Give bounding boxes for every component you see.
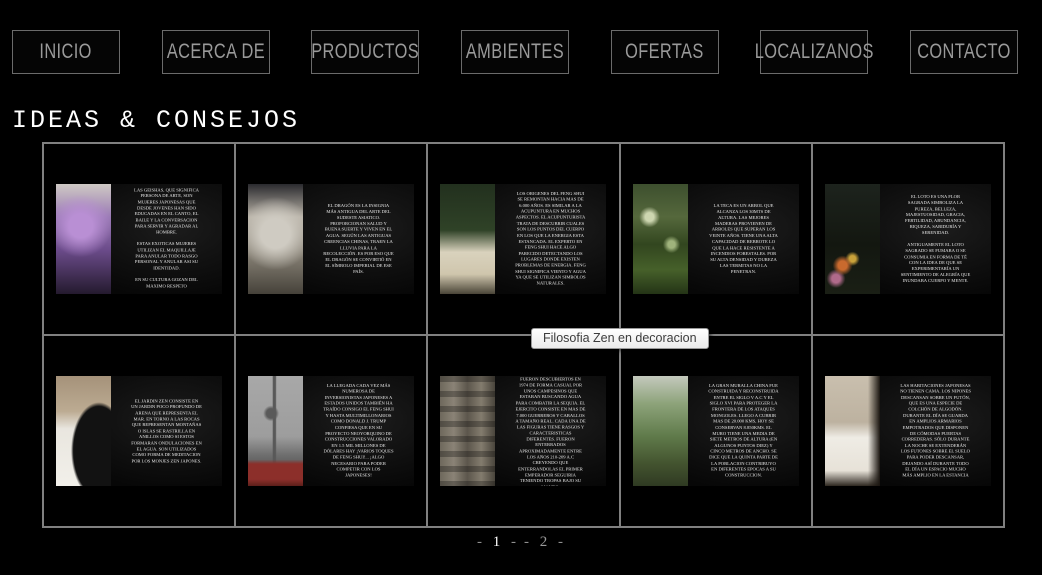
idea-card-body: LA GRAN MURALLA CHINA FUE CONSTRUIDA Y R… [633,376,799,486]
idea-card-text: EL JARDIN ZEN CONSISTE EN UN JARDIN POCO… [131,398,202,464]
idea-card-habitaciones[interactable]: LAS HABITACIONES JAPONESAS NO TIENEN CAM… [813,336,1003,526]
idea-card-body: LOS ORIGENES DEL FENG SHUI SE REMONTAN H… [440,184,606,294]
great-wall-photo [633,376,688,486]
idea-card-body: EL DRAGÓN ES LA INSIGNIA MÁS ANTIGUA DEL… [248,184,414,294]
separator: - [511,534,518,550]
idea-card-text-area: LA GRAN MURALLA CHINA FUE CONSTRUIDA Y R… [688,376,799,486]
idea-card-text-area: LOS GUERREROS DE XIAN FUERON DESCUBIERTO… [495,376,606,486]
nav-item-label: ACERCA DE [167,40,265,64]
geisha-photo [56,184,111,294]
zen-garden-photo [56,376,111,486]
main-navigation: INICIO ACERCA DE PRODUCTOS AMBIENTES OFE… [12,30,1018,74]
ideas-grid-container: LAS GEISHAS, QUE SIGNIFICA PERSONA DE AR… [42,142,1005,528]
idea-card-guerreros-xian[interactable]: LOS GUERREROS DE XIAN FUERON DESCUBIERTO… [428,336,618,526]
nav-item-label: LOCALIZANOS [755,40,874,64]
separator: - [558,534,565,550]
idea-card-text-area: EL LOTO ES UNA FLOR SAGRADA SIMBOLIZA LA… [880,184,991,294]
page-link-2[interactable]: - 2 - [524,534,565,551]
nav-item-acerca-de[interactable]: ACERCA DE [162,30,270,74]
nav-item-productos[interactable]: PRODUCTOS [311,30,419,74]
nav-item-label: CONTACTO [917,40,1011,64]
page-link-1[interactable]: - 1 - [477,534,518,551]
lotus-garden-photo [825,184,880,294]
idea-card-jardin-zen[interactable]: EL JARDIN ZEN CONSISTE EN UN JARDIN POCO… [44,336,234,526]
idea-card-teca[interactable]: LA TECA ES UN ARBOL QUE ALCANZA LOS 30MT… [621,144,811,334]
idea-card-text: LA LLEGADA CADA VEZ MÁS NUMEROSA DE INVE… [323,383,394,479]
tooltip: Filosofia Zen en decoracion [531,328,709,349]
idea-card-inversionistas[interactable]: LA LLEGADA CADA VEZ MÁS NUMEROSA DE INVE… [236,336,426,526]
feng-shui-furniture-photo [440,184,495,294]
idea-card-body: LAS HABITACIONES JAPONESAS NO TIENEN CAM… [825,376,991,486]
shanghai-tower-photo [248,376,303,486]
idea-card-text-area: LA TECA ES UN ARBOL QUE ALCANZA LOS 30MT… [688,184,799,294]
terracotta-warriors-photo [440,376,495,486]
idea-card-body: LA TECA ES UN ARBOL QUE ALCANZA LOS 30MT… [633,184,799,294]
idea-card-geishas[interactable]: LAS GEISHAS, QUE SIGNIFICA PERSONA DE AR… [44,144,234,334]
dragon-statue-photo [248,184,303,294]
separator: - [524,534,531,550]
nav-item-ambientes[interactable]: AMBIENTES [461,30,569,74]
ideas-grid: LAS GEISHAS, QUE SIGNIFICA PERSONA DE AR… [44,144,1003,526]
nav-item-label: AMBIENTES [466,40,564,64]
page-number: 2 [540,534,550,550]
separator: - [477,534,484,550]
idea-card-feng-shui[interactable]: LOS ORIGENES DEL FENG SHUI SE REMONTAN H… [428,144,618,334]
page-number: 1 [493,534,503,550]
idea-card-gran-muralla[interactable]: LA GRAN MURALLA CHINA FUE CONSTRUIDA Y R… [621,336,811,526]
idea-card-text: LA TECA ES UN ARBOL QUE ALCANZA LOS 30MT… [708,203,779,275]
pagination: - 1 -- 2 - [0,534,1042,551]
idea-card-text-area: EL JARDIN ZEN CONSISTE EN UN JARDIN POCO… [111,376,222,486]
idea-card-text: LAS GEISHAS, QUE SIGNIFICA PERSONA DE AR… [131,188,202,290]
nav-item-inicio[interactable]: INICIO [12,30,120,74]
idea-card-text-area: LAS HABITACIONES JAPONESAS NO TIENEN CAM… [880,376,991,486]
nav-item-localizanos[interactable]: LOCALIZANOS [760,30,868,74]
idea-card-body: EL LOTO ES UNA FLOR SAGRADA SIMBOLIZA LA… [825,184,991,294]
idea-card-body: EL JARDIN ZEN CONSISTE EN UN JARDIN POCO… [56,376,222,486]
teak-forest-photo [633,184,688,294]
idea-card-text: LAS HABITACIONES JAPONESAS NO TIENEN CAM… [900,383,971,479]
page-title: IDEAS & CONSEJOS [12,106,1042,135]
idea-card-text: LA GRAN MURALLA CHINA FUE CONSTRUIDA Y R… [708,383,779,479]
nav-item-contacto[interactable]: CONTACTO [910,30,1018,74]
idea-card-dragon[interactable]: EL DRAGÓN ES LA INSIGNIA MÁS ANTIGUA DEL… [236,144,426,334]
nav-item-label: PRODUCTOS [311,40,419,64]
idea-card-text-area: LA LLEGADA CADA VEZ MÁS NUMEROSA DE INVE… [303,376,414,486]
nav-item-label: OFERTAS [625,40,704,64]
idea-card-body: LAS GEISHAS, QUE SIGNIFICA PERSONA DE AR… [56,184,222,294]
idea-card-text-area: LOS ORIGENES DEL FENG SHUI SE REMONTAN H… [495,184,606,294]
idea-card-text: LOS ORIGENES DEL FENG SHUI SE REMONTAN H… [515,191,586,287]
nav-item-label: INICIO [40,40,92,64]
idea-card-text-area: EL DRAGÓN ES LA INSIGNIA MÁS ANTIGUA DEL… [303,184,414,294]
nav-item-ofertas[interactable]: OFERTAS [611,30,719,74]
idea-card-text-area: LAS GEISHAS, QUE SIGNIFICA PERSONA DE AR… [111,184,222,294]
idea-card-loto[interactable]: EL LOTO ES UNA FLOR SAGRADA SIMBOLIZA LA… [813,144,1003,334]
idea-card-text: LOS GUERREROS DE XIAN FUERON DESCUBIERTO… [515,376,586,486]
idea-card-text: EL DRAGÓN ES LA INSIGNIA MÁS ANTIGUA DEL… [323,203,394,275]
japanese-room-photo [825,376,880,486]
idea-card-body: LA LLEGADA CADA VEZ MÁS NUMEROSA DE INVE… [248,376,414,486]
idea-card-body: LOS GUERREROS DE XIAN FUERON DESCUBIERTO… [440,376,606,486]
idea-card-text: EL LOTO ES UNA FLOR SAGRADA SIMBOLIZA LA… [900,194,971,284]
